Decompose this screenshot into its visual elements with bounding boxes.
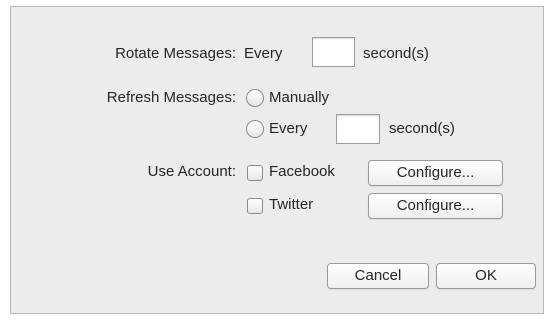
rotate-seconds-input[interactable]: [312, 37, 355, 67]
rotate-every-label: Every: [244, 45, 283, 62]
rotate-messages-label: Rotate Messages:: [115, 45, 236, 62]
refresh-every-label[interactable]: Every: [269, 119, 307, 139]
refresh-manually-radio[interactable]: [246, 89, 264, 107]
use-account-label: Use Account:: [147, 163, 236, 180]
twitter-configure-button[interactable]: Configure...: [368, 193, 503, 219]
refresh-every-radio[interactable]: [246, 120, 264, 138]
facebook-checkbox[interactable]: [247, 165, 263, 181]
ok-button[interactable]: OK: [436, 263, 536, 289]
preferences-dialog: Rotate Messages: Every second(s) Refresh…: [10, 6, 544, 314]
twitter-label[interactable]: Twitter: [269, 195, 313, 215]
twitter-checkbox[interactable]: [247, 198, 263, 214]
facebook-configure-button[interactable]: Configure...: [368, 160, 503, 186]
facebook-label[interactable]: Facebook: [269, 162, 335, 182]
refresh-manually-label[interactable]: Manually: [269, 88, 329, 108]
rotate-unit-label: second(s): [363, 45, 429, 62]
cancel-button[interactable]: Cancel: [327, 263, 429, 289]
refresh-messages-label: Refresh Messages:: [106, 89, 236, 106]
refresh-unit-label: second(s): [389, 120, 455, 137]
refresh-seconds-input[interactable]: [336, 114, 380, 144]
